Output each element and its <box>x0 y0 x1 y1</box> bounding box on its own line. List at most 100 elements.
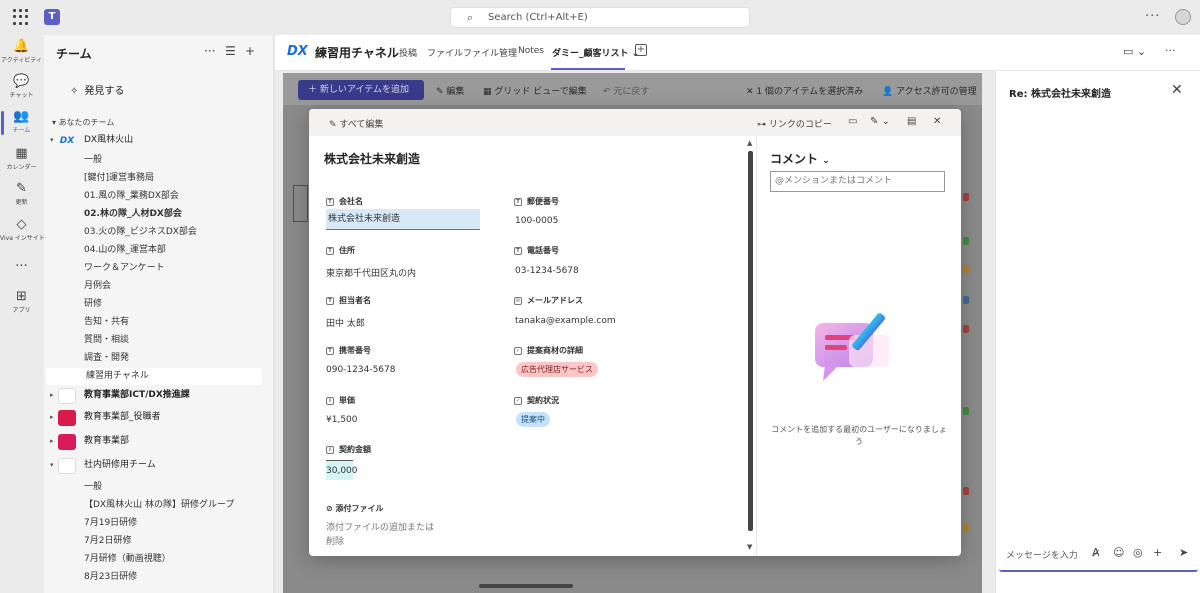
attach-icon[interactable]: + <box>1153 546 1162 559</box>
team-item[interactable]: ▸ 教育事業部ICT/DX推進課 <box>44 387 274 404</box>
more-icon[interactable]: ··· <box>204 44 215 58</box>
new-item-button[interactable]: ＋ 新しいアイテムを追加 <box>298 80 424 100</box>
channel-item[interactable]: [鍵付]運営事務局 <box>44 170 274 187</box>
channel-item[interactable]: 一般 <box>44 152 274 169</box>
emoji-icon[interactable]: ☺ <box>1113 546 1124 559</box>
pencil-icon: ✎ <box>329 120 337 130</box>
search-box[interactable]: ⌕ Search (Ctrl+Alt+E) <box>450 7 750 28</box>
chevron-right-icon[interactable]: ▸ <box>50 387 54 404</box>
scroll-up-icon[interactable]: ▲ <box>747 139 752 147</box>
channel-item[interactable]: 調査・開発 <box>44 350 274 367</box>
app-chat[interactable]: 💬 チャット <box>0 74 43 99</box>
app-viva[interactable]: ◇ Viva インサイト <box>0 217 45 242</box>
chevron-down-icon[interactable]: ▾ <box>50 132 54 149</box>
tab-customer-list[interactable]: ダミー_顧客リスト ⌄ <box>552 46 639 59</box>
team-item[interactable]: ▾ 社内研修用チーム <box>44 457 274 474</box>
product-tag[interactable]: 広告代理店サービス <box>516 362 598 377</box>
team-item[interactable]: ▾ DX DX風林火山 <box>44 132 274 149</box>
grid-edit-button[interactable]: ▦ グリッド ビューで編集 <box>483 84 587 97</box>
channel-item[interactable]: 7月2日研修 <box>44 533 274 550</box>
app-apps[interactable]: ⊞ アプリ <box>0 289 43 314</box>
team-item[interactable]: ▸ 教育事業部 <box>44 433 274 450</box>
channel-item[interactable]: 8月23日研修 <box>44 569 274 586</box>
close-icon[interactable]: ✕ <box>933 116 941 127</box>
chevron-right-icon[interactable]: ▸ <box>50 409 54 426</box>
tab-posts[interactable]: 投稿 <box>399 46 417 59</box>
amount-value[interactable]: 30,000 <box>326 460 358 480</box>
comment-input[interactable]: @メンションまたはコメント <box>770 171 945 192</box>
edit-all-button[interactable]: ✎ すべて編集 <box>329 117 383 130</box>
app-calendar[interactable]: ▦ カレンダー <box>0 146 43 171</box>
avatar[interactable] <box>1175 9 1191 25</box>
horizontal-scrollbar[interactable] <box>479 584 573 588</box>
channel-item[interactable]: 7月研修（動画視聴） <box>44 551 274 568</box>
deselect-button[interactable]: ✕ 1 個のアイテムを選択済み <box>746 84 863 97</box>
channel-item[interactable]: ワーク＆アンケート <box>44 260 274 277</box>
channel-label: 研修 <box>84 299 103 309</box>
tab-file-management[interactable]: ファイル管理 <box>463 46 517 59</box>
edit-form-icon[interactable]: ✎ ⌄ <box>870 116 890 127</box>
filter-icon[interactable]: ☰ <box>225 44 236 58</box>
channel-item[interactable]: 質問・相談 <box>44 332 274 349</box>
channel-item[interactable]: 研修 <box>44 296 274 313</box>
channel-item[interactable]: 03.火の隊_ビジネスDX部会 <box>44 224 274 241</box>
zip-value[interactable]: 100-0005 <box>515 216 558 226</box>
close-icon[interactable]: ✕ <box>1171 82 1183 98</box>
add-icon[interactable]: + <box>245 44 255 58</box>
loop-icon[interactable]: ◎ <box>1133 546 1143 559</box>
more-icon[interactable]: ··· <box>1165 44 1176 57</box>
channel-item[interactable]: 一般 <box>44 479 274 496</box>
channel-item[interactable]: 01.風の隊_業務DX部会 <box>44 188 274 205</box>
address-value[interactable]: 東京都千代田区丸の内 <box>326 266 416 279</box>
channel-item[interactable]: 告知・共有 <box>44 314 274 331</box>
price-value[interactable]: ¥1,500 <box>326 415 358 425</box>
channel-item[interactable]: 7月19日研修 <box>44 515 274 532</box>
access-button[interactable]: 👤 アクセス許可の管理 <box>882 84 977 97</box>
more-apps-icon[interactable]: ··· <box>0 259 43 274</box>
scroll-down-icon[interactable]: ▼ <box>747 543 752 551</box>
attach-link[interactable]: 添付ファイルの追加または 削除 <box>326 521 434 549</box>
undo-button[interactable]: ↶ 元に戻す <box>603 84 649 97</box>
app-activity[interactable]: 🔔 アクティビティ <box>0 39 43 64</box>
email-value[interactable]: tanaka@example.com <box>515 316 616 326</box>
contact-value[interactable]: 田中 太郎 <box>326 316 365 329</box>
company-field[interactable]: 株式会社未来創造 <box>326 209 480 230</box>
status-tag[interactable]: 提案中 <box>516 412 550 427</box>
app-updates[interactable]: ✎ 更新 <box>0 181 43 206</box>
link-icon: ⊶ <box>757 120 766 130</box>
channel-item[interactable]: 練習用チャネル <box>46 368 262 385</box>
send-icon[interactable]: ➤ <box>1179 546 1188 559</box>
discover-button[interactable]: ✧ 発見する <box>64 82 124 97</box>
team-item[interactable]: ▸ 教育事業部_役職者 <box>44 409 274 426</box>
form-scrollbar[interactable] <box>748 151 753 531</box>
details-icon[interactable]: ▤ <box>907 116 916 127</box>
mobile-value[interactable]: 090-1234-5678 <box>326 365 395 375</box>
tab-notes[interactable]: Notes <box>518 46 544 56</box>
channel-item[interactable]: 【DX風林火山 林の隊】研修グループ <box>44 497 274 514</box>
team-avatar-icon <box>58 458 76 474</box>
channel-item[interactable]: 04.山の隊_運営本部 <box>44 242 274 259</box>
add-tab-icon[interactable]: + <box>635 44 647 56</box>
teams-icon: 👥 <box>13 109 30 124</box>
tab-files[interactable]: ファイル <box>427 46 463 59</box>
app-launcher-icon[interactable] <box>13 9 29 25</box>
channel-label: [鍵付]運営事務局 <box>84 173 155 183</box>
more-options-icon[interactable]: ··· <box>1145 9 1160 24</box>
text-field-icon: T <box>326 246 334 255</box>
phone-value[interactable]: 03-1234-5678 <box>515 266 579 276</box>
edit-button[interactable]: ✎ 編集 <box>436 84 464 97</box>
video-icon[interactable]: ▭ ⌄ <box>1123 45 1146 58</box>
chevron-down-icon[interactable]: ▾ <box>50 457 54 474</box>
channel-item[interactable]: 月例会 <box>44 278 274 295</box>
comment-icon[interactable]: ▭ <box>848 116 857 127</box>
close-icon: ✕ <box>746 87 754 97</box>
channel-label: 7月研修（動画視聴） <box>84 554 171 564</box>
app-teams[interactable]: 👥 チーム <box>0 109 43 135</box>
comments-empty-text: コメントを追加する最初のユーザーになりましょう <box>771 425 947 446</box>
format-icon[interactable]: A̷ <box>1092 546 1100 559</box>
channel-label: 質問・相談 <box>84 335 130 345</box>
channel-item[interactable]: 02.林の隊_人材DX部会 <box>44 206 274 223</box>
copy-link-button[interactable]: ⊶ リンクのコピー <box>757 117 832 130</box>
comments-title[interactable]: コメント ⌄ <box>770 150 830 167</box>
chevron-right-icon[interactable]: ▸ <box>50 433 54 450</box>
